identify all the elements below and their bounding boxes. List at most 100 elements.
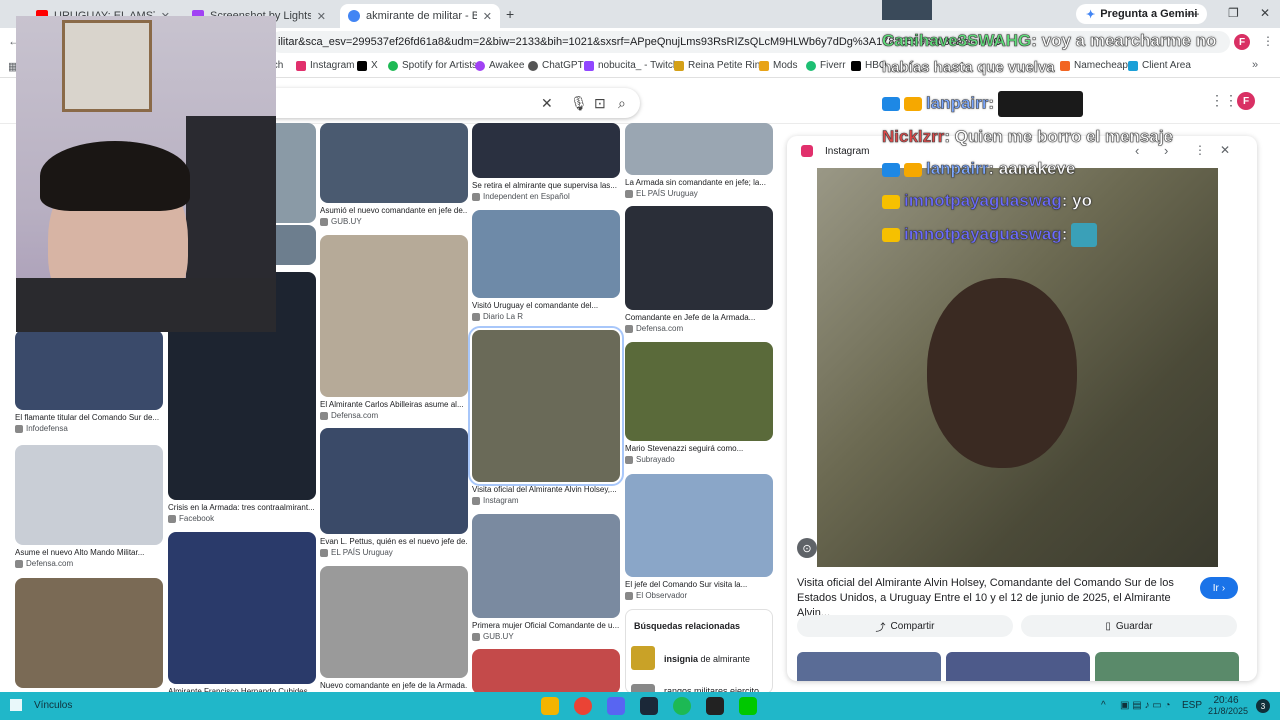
- bookmark-nobucita[interactable]: nobucita_ - Twitch: [584, 60, 678, 71]
- language-indicator[interactable]: ESP: [1182, 700, 1202, 711]
- result-title[interactable]: El Almirante Carlos Abilleiras asume al.…: [320, 400, 468, 409]
- bookmark-instagram[interactable]: Instagram: [296, 60, 354, 71]
- image-result[interactable]: Comandante en Jefe de la Armada... Defens…: [625, 206, 773, 336]
- result-title[interactable]: La Armada sin comandante en jefe; la...: [625, 178, 773, 187]
- steam-icon[interactable]: [640, 697, 658, 715]
- tray-chevron-icon[interactable]: ^: [1101, 700, 1106, 711]
- bookmark-chatgpt[interactable]: ChatGPT: [528, 60, 584, 71]
- result-title[interactable]: Comandante en Jefe de la Armada...: [625, 313, 773, 322]
- related-image[interactable]: [797, 652, 941, 681]
- close-panel-icon[interactable]: ✕: [1220, 143, 1230, 157]
- new-tab-button[interactable]: +: [506, 6, 514, 22]
- result-title[interactable]: Crisis en la Armada: tres contraalmirant…: [168, 503, 316, 512]
- notification-badge[interactable]: 3: [1256, 699, 1270, 713]
- profile-avatar[interactable]: F: [1234, 34, 1250, 50]
- tray-icons[interactable]: ▣ ▤ ♪ ▭ ◔: [1120, 700, 1171, 711]
- minimize-button[interactable]: —: [1187, 6, 1199, 20]
- menu-icon[interactable]: ⋮: [1262, 34, 1274, 48]
- clear-icon[interactable]: ✕: [541, 95, 553, 112]
- image-result[interactable]: El Almirante Carlos Abilleiras asume al.…: [320, 235, 468, 423]
- result-thumbnail[interactable]: [320, 123, 468, 203]
- result-thumbnail[interactable]: [472, 514, 620, 618]
- related-item-insignia[interactable]: insignia de almirante: [664, 654, 750, 664]
- obs-icon[interactable]: [706, 697, 724, 715]
- app-icon[interactable]: [739, 697, 757, 715]
- result-title[interactable]: Nuevo comandante en jefe de la Armada...: [320, 681, 468, 690]
- result-title[interactable]: Primera mujer Oficial Comandante de u...: [472, 621, 620, 630]
- result-title[interactable]: Asume el nuevo Alto Mando Militar...: [15, 548, 163, 557]
- result-thumbnail[interactable]: [625, 342, 773, 441]
- result-title[interactable]: Se retira el almirante que supervisa las…: [472, 181, 620, 190]
- image-result[interactable]: La Armada sin comandante en jefe; la... E…: [625, 123, 773, 201]
- image-result[interactable]: El flamante titular del Comando Sur de..…: [15, 330, 163, 436]
- result-thumbnail[interactable]: [320, 566, 468, 678]
- bookmark-fiverr[interactable]: Fiverr: [806, 60, 846, 71]
- image-result[interactable]: El jefe del Comando Sur visita la... El O…: [625, 474, 773, 603]
- share-button[interactable]: ⤴ Compartir: [797, 615, 1013, 637]
- close-window-button[interactable]: ✕: [1260, 6, 1270, 20]
- search-icon[interactable]: ⌕: [618, 95, 626, 112]
- result-thumbnail[interactable]: [15, 330, 163, 410]
- bookmark-namecheap[interactable]: Namecheap: [1060, 60, 1128, 71]
- more-bookmarks-icon[interactable]: »: [1252, 59, 1258, 71]
- result-title[interactable]: Mario Stevenazzi seguirá como...: [625, 444, 773, 453]
- result-title[interactable]: Evan L. Pettus, quién es el nuevo jefe d…: [320, 537, 468, 546]
- bookmark-mods[interactable]: Mods: [759, 60, 797, 71]
- result-thumbnail[interactable]: [625, 123, 773, 175]
- chrome-icon[interactable]: [574, 697, 592, 715]
- close-tab-icon[interactable]: ✕: [483, 10, 492, 23]
- tab-google-search[interactable]: akmirante de militar - Buscar co ✕: [340, 4, 500, 28]
- save-button[interactable]: ▯ Guardar: [1021, 615, 1237, 637]
- bookmark-client-area[interactable]: Client Area: [1128, 60, 1191, 71]
- result-thumbnail[interactable]: [168, 532, 316, 684]
- result-title[interactable]: Visita oficial del Almirante Alvin Holse…: [472, 485, 620, 494]
- hbo-icon: [851, 60, 861, 71]
- image-result[interactable]: Asume el nuevo Alto Mando Militar... Defe…: [15, 445, 163, 571]
- discord-icon[interactable]: [607, 697, 625, 715]
- image-result[interactable]: Visitó Uruguay el comandante del... Diari…: [472, 210, 620, 324]
- image-result[interactable]: Asumió el nuevo comandante en jefe de...…: [320, 123, 468, 229]
- result-thumbnail[interactable]: [320, 235, 468, 397]
- result-title[interactable]: El flamante titular del Comando Sur de..…: [15, 413, 163, 422]
- google-apps-icon[interactable]: ⋮⋮: [1210, 92, 1238, 109]
- result-thumbnail[interactable]: [468, 326, 624, 486]
- image-result[interactable]: Nuevo comandante en jefe de la Armada...: [320, 566, 468, 704]
- search-box[interactable]: ✕ 🎙 ⊡ ⌕: [230, 88, 640, 118]
- windows-start-icon[interactable]: [10, 699, 22, 711]
- close-tab-icon[interactable]: ✕: [317, 10, 326, 23]
- result-thumbnail[interactable]: [15, 578, 163, 688]
- result-title[interactable]: Visitó Uruguay el comandante del...: [472, 301, 620, 310]
- result-thumbnail[interactable]: [625, 474, 773, 577]
- image-result[interactable]: Mario Stevenazzi seguirá como... Subrayad…: [625, 342, 773, 467]
- image-result[interactable]: Evan L. Pettus, quién es el nuevo jefe d…: [320, 428, 468, 560]
- bookmark-reina[interactable]: Reina Petite Ring: [674, 60, 766, 71]
- image-result[interactable]: Se retira el almirante que supervisa las…: [472, 123, 620, 204]
- result-title[interactable]: El jefe del Comando Sur visita la...: [625, 580, 773, 589]
- result-thumbnail[interactable]: [472, 123, 620, 178]
- result-thumbnail[interactable]: [472, 210, 620, 298]
- bookmark-x[interactable]: X: [357, 60, 378, 71]
- more-options-icon[interactable]: ⋮: [1194, 143, 1206, 157]
- maximize-button[interactable]: ❐: [1228, 6, 1239, 20]
- lens-search-icon[interactable]: ⊙: [797, 538, 817, 558]
- related-image[interactable]: [1095, 652, 1239, 681]
- lens-icon[interactable]: ⊡: [594, 95, 606, 112]
- result-thumbnail[interactable]: [320, 428, 468, 534]
- bookmark-spotify[interactable]: Spotify for Artists: [388, 60, 477, 71]
- image-result[interactable]: Primera mujer Oficial Comandante de u...…: [472, 514, 620, 644]
- result-thumbnail[interactable]: [472, 649, 620, 694]
- account-avatar[interactable]: F: [1237, 92, 1255, 110]
- result-thumbnail[interactable]: [625, 206, 773, 310]
- related-image[interactable]: [946, 652, 1090, 681]
- result-title[interactable]: Asumió el nuevo comandante en jefe de...: [320, 206, 468, 215]
- spotify-taskbar-icon[interactable]: [673, 697, 691, 715]
- file-explorer-icon[interactable]: [541, 697, 559, 715]
- image-result[interactable]: Visita oficial del Almirante Alvin Holse…: [468, 326, 624, 508]
- bookmark-awakee[interactable]: Awakee: [475, 60, 524, 71]
- result-thumbnail[interactable]: [15, 445, 163, 545]
- image-result[interactable]: Almirante Francisco Hernando Cubides...: [168, 532, 316, 710]
- microphone-icon[interactable]: 🎙: [570, 95, 588, 112]
- clock[interactable]: 20:46 21/8/2025: [1208, 695, 1248, 716]
- weather-widget[interactable]: Vínculos: [34, 700, 72, 711]
- visit-button[interactable]: Ir ›: [1200, 577, 1238, 599]
